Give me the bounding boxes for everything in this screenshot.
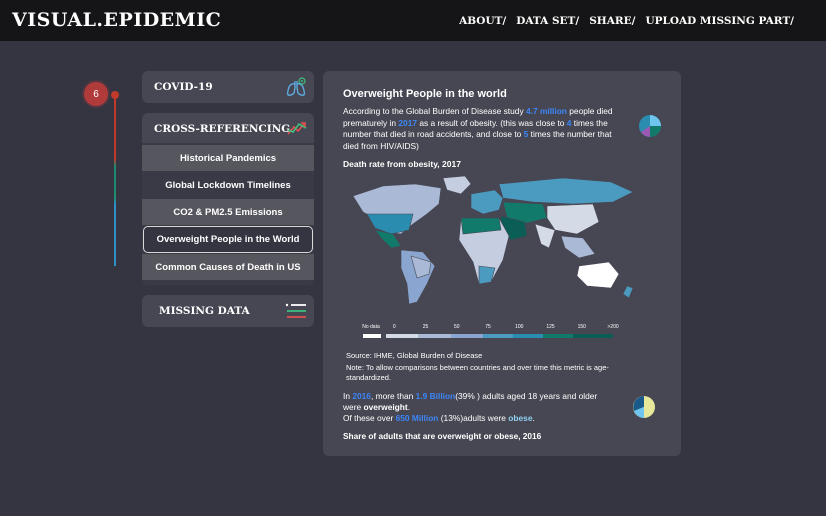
map-region-usa <box>366 213 414 235</box>
pie-chart-icon-2[interactable] <box>632 395 656 419</box>
legend-swatch <box>385 334 418 338</box>
menu-item-historical-pandemics[interactable]: Historical Pandemics <box>142 145 314 171</box>
map-region-russia <box>498 177 634 205</box>
menu-item-co2-emissions[interactable]: CO2 & PM2.5 Emissions <box>142 199 314 225</box>
map-region-china <box>546 203 600 235</box>
nav-data-set[interactable]: DATA SET/ <box>516 15 579 27</box>
legend-label: 150 <box>577 324 586 330</box>
map-legend: No data 0 25 50 75 100 125 150 >200 <box>362 324 619 344</box>
ow-text-1: In <box>343 391 353 401</box>
intro-highlight-deaths: 4.7 million <box>525 106 567 116</box>
map-region-southern-africa <box>478 265 496 285</box>
list-lines-icon <box>285 303 306 318</box>
menu-covid[interactable]: COVID-19 <box>142 71 314 103</box>
brand-logo[interactable]: VISUAL.EPIDEMIC <box>12 9 221 31</box>
legend-swatch <box>513 334 543 338</box>
legend-swatch <box>450 334 483 338</box>
lungs-virus-icon <box>287 77 306 96</box>
intro-text-1: According to the Global Burden of Diseas… <box>343 106 526 116</box>
trend-chart-icon <box>287 122 307 135</box>
legend-swatch <box>418 334 451 338</box>
ow-text-6: (13%)adults were <box>438 413 509 424</box>
intro-highlight-year: 2017 <box>398 117 418 128</box>
nav-share[interactable]: SHARE/ <box>589 15 635 27</box>
legend-label: 100 <box>515 324 524 330</box>
menu-missing-data[interactable]: MISSING DATA <box>142 295 314 327</box>
ow-text-2: , more than <box>370 391 416 401</box>
top-nav: ABOUT/ DATA SET/ SHARE/ UPLOAD MISSING P… <box>459 15 794 27</box>
legend-label: 75 <box>485 324 491 330</box>
legend-label: 25 <box>422 324 429 330</box>
ow-text-5: Of these over <box>343 413 396 424</box>
ow-text-7: . <box>532 413 535 424</box>
menu-item-overweight-people[interactable]: Overweight People in the World <box>143 226 313 253</box>
legend-swatch <box>543 334 573 338</box>
map-region-greenland <box>442 175 472 195</box>
ow-highlight-obese: obese <box>508 413 533 424</box>
ow-text-4: . <box>407 402 411 413</box>
cross-referencing-header[interactable]: CROSS-REFERENCING <box>142 113 314 143</box>
pie-chart-icon[interactable] <box>638 114 662 138</box>
timeline-line <box>114 94 116 266</box>
nav-upload-missing-part[interactable]: UPLOAD MISSING PART/ <box>645 15 794 27</box>
map-region-new-zealand <box>622 285 634 299</box>
ow-highlight-billion: 1.9 Billion <box>415 391 456 401</box>
legend-label: 125 <box>546 324 555 330</box>
legend-swatch <box>573 334 613 338</box>
map-title: Death rate from obesity, 2017 <box>343 159 461 169</box>
step-indicator: 6 <box>84 82 108 106</box>
legend-label: 50 <box>453 324 460 330</box>
map-region-australia <box>576 261 620 289</box>
source-note: Source: IHME, Global Burden of Disease <box>346 351 483 360</box>
map-region-india <box>534 223 556 249</box>
ow-highlight-million: 650 Million <box>395 413 439 424</box>
missing-data-title: MISSING DATA <box>159 305 250 317</box>
world-map[interactable] <box>343 174 643 309</box>
methodology-note: Note: To allow comparisons between count… <box>346 363 609 382</box>
menu-cross-referencing: CROSS-REFERENCING Historical Pandemics G… <box>142 113 314 285</box>
content-panel: Overweight People in the world According… <box>323 71 681 456</box>
overweight-paragraph: In 2016, more than 1.9 Billion(39% ) adu… <box>343 391 608 425</box>
map-region-europe <box>470 189 504 215</box>
top-bar: VISUAL.EPIDEMIC ABOUT/ DATA SET/ SHARE/ … <box>0 0 826 41</box>
intro-paragraph: According to the Global Burden of Diseas… <box>343 106 615 152</box>
menu-covid-title: COVID-19 <box>154 81 213 93</box>
legend-swatch <box>483 334 513 338</box>
nav-about[interactable]: ABOUT/ <box>459 15 506 27</box>
menu-item-common-causes-of-death[interactable]: Common Causes of Death in US <box>142 254 314 280</box>
map-region-southeast-asia <box>560 235 596 259</box>
panel-title: Overweight People in the world <box>343 88 507 100</box>
ow-highlight-year: 2016 <box>352 391 371 401</box>
menu-item-global-lockdown-timelines[interactable]: Global Lockdown Timelines <box>142 172 314 198</box>
share-chart-title: Share of adults that are overweight or o… <box>343 431 542 441</box>
legend-label: No data <box>362 324 380 330</box>
legend-label: >200 <box>607 324 619 330</box>
legend-swatch <box>363 334 381 338</box>
intro-text-3: as a result of obesity. (this was close … <box>417 117 567 128</box>
legend-label: 0 <box>392 324 396 330</box>
timeline-dot <box>111 91 119 99</box>
cross-referencing-title: CROSS-REFERENCING <box>154 123 291 135</box>
ow-highlight-overweight: overweight <box>363 402 408 413</box>
